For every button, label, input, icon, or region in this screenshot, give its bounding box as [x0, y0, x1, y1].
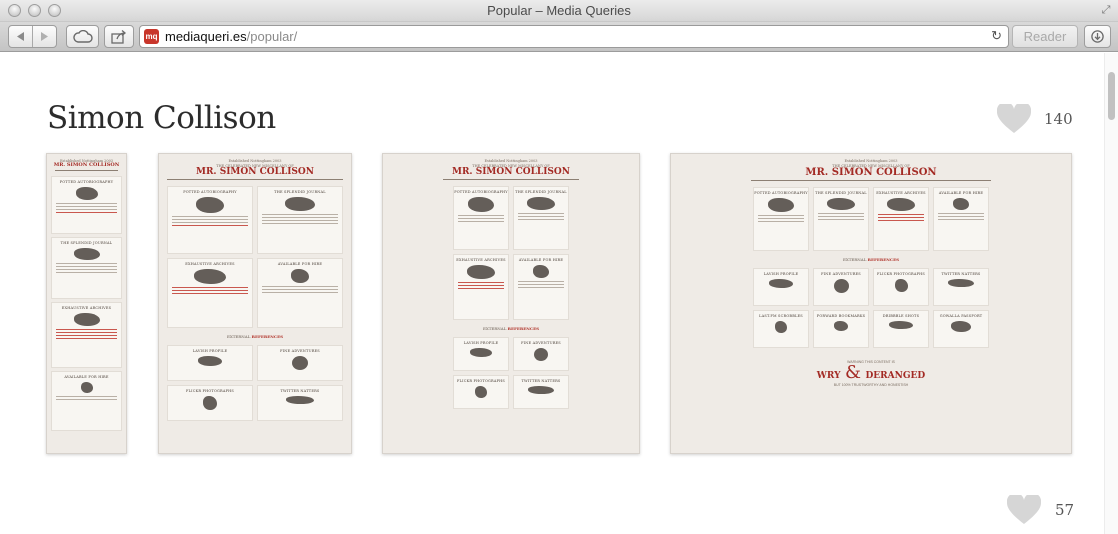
shot-section: LAVISH PROFILE [463, 341, 499, 345]
shot-section: EXHAUSTIVE ARCHIVES [61, 306, 112, 310]
next-like-widget: 57 [1007, 495, 1074, 525]
download-icon [1091, 30, 1104, 43]
heart-icon[interactable] [997, 104, 1031, 134]
entry-title[interactable]: Simon Collison [47, 100, 276, 136]
shot-section: TWITTER NATTERS [521, 379, 561, 383]
shot-section: THE SPLENDID JOURNAL [515, 190, 567, 194]
shot-section: FLICKR PHOTOGRAPHS [185, 389, 235, 393]
forward-button[interactable] [33, 26, 56, 47]
like-count: 140 [1044, 110, 1073, 128]
shot-section: POTTED AUTOBIOGRAPHY [754, 191, 808, 195]
shot-section: AVAILABLE FOR HIRE [277, 262, 323, 266]
shot-section: AVAILABLE FOR HIRE [64, 375, 109, 379]
shot-section: FLICKR PHOTOGRAPHS [876, 272, 926, 276]
shot-section: FINE ADVENTURES [821, 272, 861, 276]
back-forward-group [8, 25, 57, 48]
shot-name: MR. SIMON COLLISON [805, 167, 937, 178]
back-arrow-icon [16, 32, 24, 41]
address-bar[interactable]: mq mediaqueri.es/popular/ ↻ [139, 25, 1009, 48]
shot-section: POTTED AUTOBIOGRAPHY [454, 190, 508, 194]
shot-section: FORWARD BOOKMARKS [816, 314, 866, 318]
shot-section: TWITTER NATTERS [941, 272, 981, 276]
url-host: mediaqueri.es [165, 29, 247, 44]
shot-name: MR. SIMON COLLISON [195, 167, 314, 177]
shot-section: EXHAUSTIVE ARCHIVES [185, 262, 235, 266]
shot-section: THE SPLENDID JOURNAL [60, 241, 113, 245]
shot-section: POTTED AUTOBIOGRAPHY [183, 190, 237, 194]
heart-icon[interactable] [1007, 495, 1041, 525]
cloud-icon [72, 30, 93, 43]
shot-section: FLICKR PHOTOGRAPHS [456, 379, 506, 383]
fullscreen-icon[interactable]: ⤢ [1100, 4, 1112, 16]
shot-section: GOWALLA PASSPORT [939, 314, 983, 318]
share-icon [111, 29, 127, 44]
shot-kicker: Established Nottingham 2003 [844, 159, 898, 163]
shot-section: TWITTER NATTERS [280, 389, 320, 393]
forward-arrow-icon [41, 32, 49, 41]
shot-section: FINE ADVENTURES [521, 341, 561, 345]
shot-section: LAVISH PROFILE [192, 349, 228, 353]
shot-external-references: EXTERNAL REFERENCES [842, 257, 900, 262]
vertical-scrollbar[interactable] [1104, 53, 1118, 534]
page-content: Simon Collison 140 Established Nottingha… [0, 53, 1104, 534]
share-button[interactable] [104, 25, 134, 48]
shot-section: AVAILABLE FOR HIRE [938, 191, 984, 195]
shot-external-references: EXTERNAL REFERENCES [226, 334, 284, 339]
shot-section: LAST.FM SCROBBLES [759, 314, 803, 318]
like-widget: 140 [997, 104, 1073, 134]
site-favicon: mq [144, 29, 159, 44]
shot-kicker: Established Nottingham 2003 [228, 159, 282, 163]
shot-section: EXHAUSTIVE ARCHIVES [876, 191, 926, 195]
shot-external-references: EXTERNAL REFERENCES [482, 326, 540, 331]
shot-section: DRIBBBLE SHOTS [882, 314, 920, 318]
shot-section: THE SPLENDID JOURNAL [815, 191, 867, 195]
browser-toolbar: mq mediaqueri.es/popular/ ↻ Reader [0, 22, 1118, 52]
like-count: 57 [1055, 501, 1075, 519]
reader-button[interactable]: Reader [1012, 25, 1078, 48]
shot-section: POTTED AUTOBIOGRAPHY [59, 180, 114, 184]
shot-section: LAVISH PROFILE [763, 272, 799, 276]
shot-section: EXHAUSTIVE ARCHIVES [456, 258, 506, 262]
shot-kicker: Established Nottingham 2003 [484, 159, 538, 163]
window-title: Popular – Media Queries [487, 3, 631, 18]
shot-section: AVAILABLE FOR HIRE [518, 258, 564, 262]
screenshot-tablet[interactable]: Established Nottingham 2003 THE CELEBRAT… [382, 153, 640, 454]
shot-name: MR. SIMON COLLISON [53, 162, 120, 168]
shot-name: MR. SIMON COLLISON [451, 167, 570, 177]
screenshot-desktop[interactable]: Established Nottingham 2003 THE CELEBRAT… [670, 153, 1072, 454]
reload-icon[interactable]: ↻ [991, 28, 1002, 44]
back-button[interactable] [9, 26, 32, 47]
url-text: mediaqueri.es/popular/ [165, 29, 297, 44]
shot-section: THE SPLENDID JOURNAL [274, 190, 326, 194]
window-titlebar: Popular – Media Queries ⤢ [0, 0, 1118, 22]
downloads-button[interactable] [1084, 25, 1111, 48]
shot-footer-banner: WARNING THIS CONTENT IS WRY & DERANGED B… [816, 360, 926, 387]
scrollbar-thumb[interactable] [1108, 72, 1115, 120]
icloud-tabs-button[interactable] [66, 25, 99, 48]
shot-section: FINE ADVENTURES [280, 349, 320, 353]
screenshot-tablet-portrait[interactable]: Established Nottingham 2003 THE CELEBRAT… [158, 153, 352, 454]
url-path: /popular/ [246, 29, 298, 44]
screenshot-mobile[interactable]: Established Nottingham 2003 MR. SIMON CO… [46, 153, 127, 454]
